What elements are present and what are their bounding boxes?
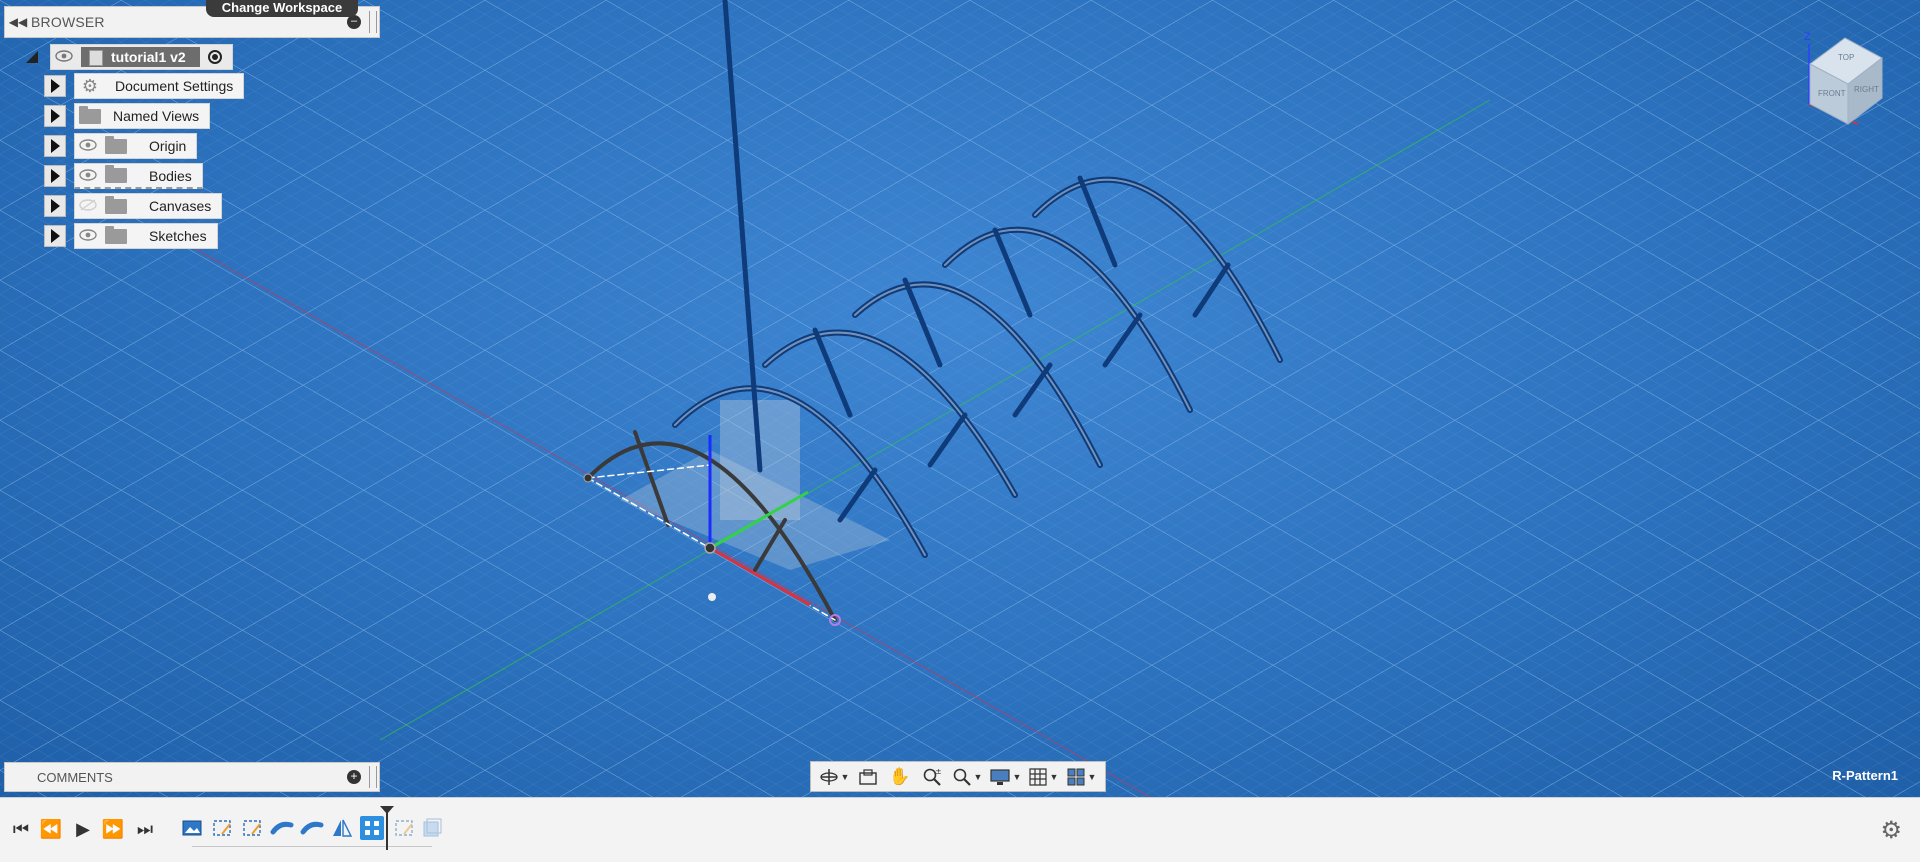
viewcube-top-face[interactable]: TOP bbox=[1838, 53, 1854, 62]
expand-root-icon[interactable] bbox=[26, 51, 38, 63]
timeline-marker[interactable] bbox=[380, 806, 394, 850]
comments-panel[interactable]: COMMENTS + bbox=[4, 762, 380, 792]
browser-item-sketches[interactable]: Sketches bbox=[44, 223, 218, 249]
folder-icon bbox=[105, 195, 127, 214]
look-at-icon[interactable] bbox=[853, 764, 883, 790]
design-canvas[interactable] bbox=[0, 0, 1920, 797]
browser-item-document-settings[interactable]: ⚙ Document Settings bbox=[44, 73, 245, 99]
browser-item-named-views[interactable]: Named Views bbox=[44, 103, 211, 129]
timeline-settings-gear-icon[interactable]: ⚙ bbox=[1880, 816, 1902, 845]
collapse-browser-icon[interactable]: ◀◀ bbox=[5, 15, 31, 29]
bodies-node[interactable]: Bodies bbox=[74, 163, 203, 189]
timeline-sweep-icon[interactable] bbox=[270, 816, 294, 840]
expand-arrow-icon[interactable] bbox=[44, 75, 66, 97]
minimize-browser-icon[interactable]: – bbox=[347, 15, 361, 29]
visibility-eye-icon[interactable] bbox=[75, 198, 101, 214]
pan-icon[interactable]: ✋ bbox=[885, 764, 915, 790]
timeline-bar: ⏮ ⏪ ▶ ⏩ ⏭ ⚙ bbox=[0, 797, 1920, 862]
step-forward-icon[interactable]: ⏩ bbox=[102, 818, 124, 840]
timeline-sketch-icon[interactable] bbox=[210, 816, 234, 840]
zoom-icon[interactable]: ± bbox=[917, 764, 947, 790]
document-settings-node[interactable]: ⚙ Document Settings bbox=[74, 73, 245, 99]
grid-settings-icon[interactable]: ▼ bbox=[1025, 764, 1061, 790]
viewcube-right-face[interactable]: RIGHT bbox=[1854, 85, 1879, 94]
document-name: tutorial1 v2 bbox=[81, 47, 200, 67]
go-to-end-icon[interactable]: ⏭ bbox=[134, 818, 156, 840]
timeline-pattern-icon[interactable] bbox=[360, 816, 384, 840]
expand-arrow-icon[interactable] bbox=[44, 195, 66, 217]
timeline-body-icon[interactable] bbox=[420, 816, 444, 840]
expand-arrow-icon[interactable] bbox=[44, 135, 66, 157]
visibility-eye-icon[interactable] bbox=[75, 138, 101, 154]
active-feature-label: R-Pattern1 bbox=[1832, 768, 1898, 783]
sketches-node[interactable]: Sketches bbox=[74, 223, 218, 249]
timeline-sketch-icon[interactable] bbox=[240, 816, 264, 840]
viewports-icon[interactable]: ▼ bbox=[1063, 764, 1099, 790]
display-settings-icon[interactable]: ▼ bbox=[987, 764, 1023, 790]
comments-grip-handle[interactable] bbox=[369, 766, 377, 788]
canvas-viewport[interactable]: Z TOP FRONT RIGHT R-Pattern1 ◀◀ BROWSER … bbox=[0, 0, 1920, 797]
browser-root-row[interactable]: tutorial1 v2 bbox=[26, 44, 233, 70]
go-to-start-icon[interactable]: ⏮ bbox=[10, 818, 32, 840]
svg-text:±: ± bbox=[935, 767, 942, 776]
expand-arrow-icon[interactable] bbox=[44, 165, 66, 187]
timeline-track bbox=[192, 846, 432, 847]
canvases-node[interactable]: Canvases bbox=[74, 193, 223, 219]
timeline-mirror-icon[interactable] bbox=[330, 816, 354, 840]
browser-grip-handle[interactable] bbox=[369, 11, 377, 33]
orbit-icon[interactable]: ▼ bbox=[817, 764, 851, 790]
expand-arrow-icon[interactable] bbox=[44, 105, 66, 127]
navigation-toolbar: ▼ ✋ ± ▼ ▼ ▼ ▼ bbox=[810, 761, 1106, 792]
step-back-icon[interactable]: ⏪ bbox=[40, 818, 62, 840]
play-icon[interactable]: ▶ bbox=[72, 818, 94, 840]
visibility-eye-icon[interactable] bbox=[75, 168, 101, 184]
browser-item-origin[interactable]: Origin bbox=[44, 133, 198, 159]
browser-item-label: Origin bbox=[149, 138, 187, 154]
change-workspace-tooltip: Change Workspace bbox=[206, 0, 358, 17]
ground-grid-coarse bbox=[0, 0, 1920, 797]
gear-icon: ⚙ bbox=[81, 75, 99, 96]
browser-item-canvases[interactable]: Canvases bbox=[44, 193, 223, 219]
viewcube-z-label: Z bbox=[1804, 31, 1811, 43]
comments-title: COMMENTS bbox=[37, 769, 113, 785]
named-views-node[interactable]: Named Views bbox=[74, 103, 211, 129]
expand-arrow-icon[interactable] bbox=[44, 225, 66, 247]
browser-item-label: Canvases bbox=[149, 198, 212, 214]
browser-item-bodies[interactable]: Bodies bbox=[44, 163, 203, 189]
browser-item-label: Document Settings bbox=[115, 78, 234, 94]
visibility-eye-icon[interactable] bbox=[51, 49, 77, 65]
timeline-sweep-icon[interactable] bbox=[300, 816, 324, 840]
activate-component-icon[interactable] bbox=[207, 50, 222, 64]
add-comment-icon[interactable]: + bbox=[347, 770, 361, 784]
visibility-eye-icon[interactable] bbox=[75, 228, 101, 244]
timeline-canvas-icon[interactable] bbox=[180, 816, 204, 840]
view-cube[interactable]: Z TOP FRONT RIGHT bbox=[1800, 26, 1890, 136]
browser-item-label: Sketches bbox=[149, 228, 207, 244]
browser-item-label: Named Views bbox=[113, 108, 200, 124]
root-component-node[interactable]: tutorial1 v2 bbox=[50, 44, 233, 70]
browser-item-label: Bodies bbox=[149, 167, 192, 184]
fit-icon[interactable]: ▼ bbox=[949, 764, 985, 790]
folder-icon bbox=[79, 105, 101, 124]
origin-node[interactable]: Origin bbox=[74, 133, 198, 159]
folder-icon bbox=[105, 165, 127, 183]
timeline-sketch-icon[interactable] bbox=[392, 816, 416, 840]
folder-icon bbox=[105, 135, 127, 154]
folder-icon bbox=[105, 225, 127, 244]
viewcube-front-face[interactable]: FRONT bbox=[1818, 89, 1846, 98]
